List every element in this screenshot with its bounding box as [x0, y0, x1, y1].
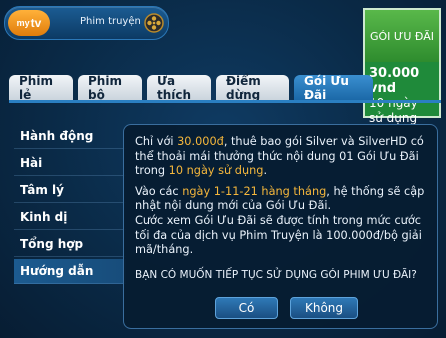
promo-confirm-dialog: Chỉ với 30.000đ, thuê bao gói Silver và …	[123, 124, 438, 329]
tab-underline	[9, 100, 441, 103]
tab-bar: Phim lẻ Phim bộ Ưa thích Điểm dừng Gói Ư…	[9, 74, 373, 102]
logo-text-my: my	[16, 18, 30, 28]
yes-button[interactable]: Có	[215, 297, 278, 319]
sidebar-item-hanh-dong[interactable]: Hành động	[14, 124, 126, 149]
promo-title: GÓI ƯU ĐÃI	[365, 10, 439, 62]
app-header: my tv Phim truyện	[4, 6, 169, 40]
sidebar-item-huong-dan[interactable]: Hướng dẫn	[14, 259, 126, 284]
dialog-price-highlight: 30.000đ	[177, 135, 224, 148]
dialog-text: Chỉ với	[135, 135, 178, 148]
dialog-dates-highlight: ngày 1-11-21 hàng tháng	[182, 184, 327, 198]
mytv-logo: my tv	[8, 10, 50, 36]
dialog-days-highlight: 10 ngày sử dụng	[168, 164, 264, 178]
sidebar-item-hai[interactable]: Hài	[14, 151, 126, 176]
dialog-text: .	[263, 164, 268, 178]
film-reel-icon	[144, 13, 164, 33]
dialog-question: BẠN CÓ MUỐN TIẾP TỤC SỬ DỤNG GÓI PHIM ƯU…	[135, 268, 417, 281]
tab-phim-bo[interactable]: Phim bộ	[78, 74, 142, 102]
no-button[interactable]: Không	[290, 297, 358, 319]
sidebar-item-tam-ly[interactable]: Tâm lý	[14, 178, 126, 203]
dialog-buttons: Có Không	[215, 297, 358, 319]
sidebar-item-kinh-di[interactable]: Kinh dị	[14, 205, 126, 230]
genre-sidebar: Hành động Hài Tâm lý Kinh dị Tổng hợp Hư…	[14, 124, 126, 286]
tab-phim-le[interactable]: Phim lẻ	[9, 74, 73, 102]
dialog-paragraph-3: Cước xem Gói Ưu Đãi sẽ được tính trong m…	[135, 213, 422, 257]
tab-diem-dung[interactable]: Điểm dừng	[216, 74, 289, 102]
dialog-paragraph-2: Vào các ngày 1-11-21 hàng tháng, hệ thốn…	[135, 185, 425, 214]
promo-price: 30.000 vnd	[369, 66, 420, 96]
dialog-text: Vào các	[135, 184, 183, 198]
dialog-paragraph-1: Chỉ với 30.000đ, thuê bao gói Silver và …	[135, 135, 425, 179]
sidebar-item-tong-hop[interactable]: Tổng hợp	[14, 232, 126, 257]
tab-ua-thich[interactable]: Ưa thích	[147, 74, 211, 102]
tab-goi-uu-dai[interactable]: Gói Ưu Đãi	[294, 74, 373, 102]
page-title: Phim truyện	[80, 16, 141, 27]
logo-text-tv: tv	[30, 16, 42, 30]
